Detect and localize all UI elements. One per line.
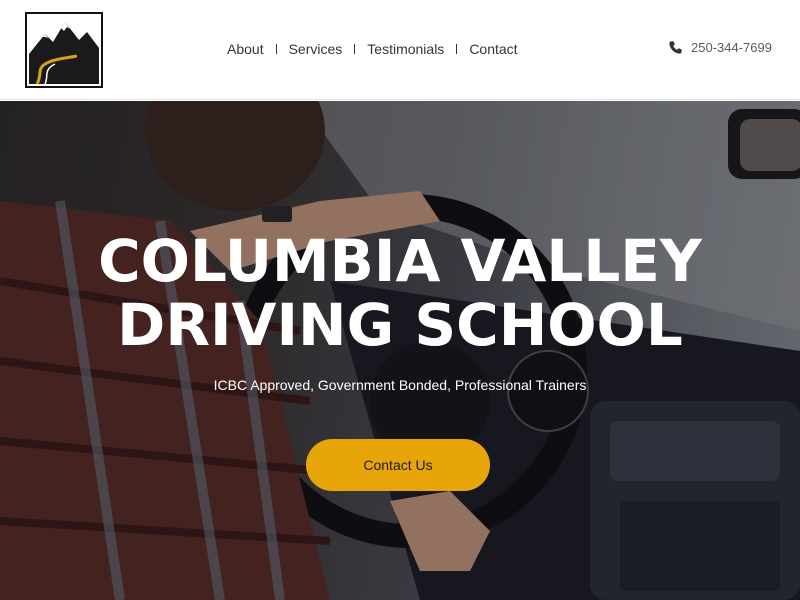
mountain-logo-icon — [27, 14, 101, 86]
phone-icon — [669, 41, 682, 54]
nav-about-link[interactable]: About — [215, 41, 276, 57]
site-logo[interactable] — [25, 12, 103, 88]
main-nav: About Services Testimonials Contact — [215, 38, 530, 60]
phone-number[interactable]: 250-344-7699 — [691, 40, 772, 55]
hero-title: COLUMBIA VALLEY DRIVING SCHOOL — [0, 229, 800, 357]
hero-title-line1: COLUMBIA VALLEY — [98, 227, 702, 295]
nav-testimonials-link[interactable]: Testimonials — [355, 41, 456, 57]
nav-services-link[interactable]: Services — [277, 41, 355, 57]
hero-title-line2: DRIVING SCHOOL — [117, 291, 683, 359]
contact-us-button[interactable]: Contact Us — [306, 439, 490, 491]
header-phone[interactable]: 250-344-7699 — [668, 40, 772, 55]
hero-subtitle: ICBC Approved, Government Bonded, Profes… — [213, 377, 587, 393]
nav-contact-link[interactable]: Contact — [457, 41, 529, 57]
hero-section: COLUMBIA VALLEY DRIVING SCHOOL ICBC Appr… — [0, 101, 800, 600]
site-header: About Services Testimonials Contact 250-… — [0, 0, 800, 100]
